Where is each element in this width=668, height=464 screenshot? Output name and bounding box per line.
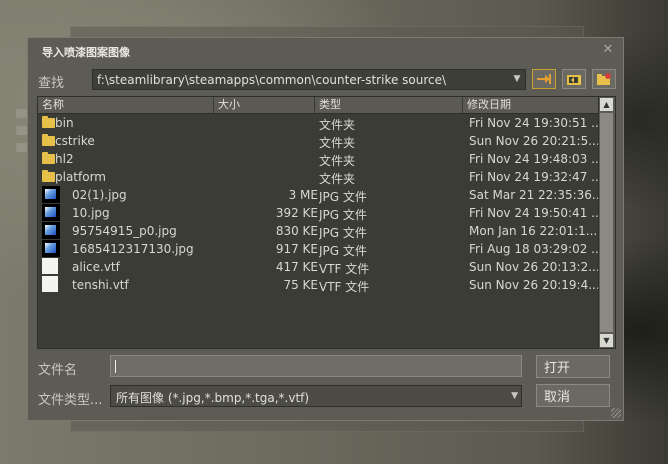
file-row-cstrike[interactable]: cstrike 文件夹 Sun Nov 26 20:21:5...	[38, 132, 599, 150]
file-row-platform[interactable]: platform 文件夹 Fri Nov 24 19:32:47 ...	[38, 168, 599, 186]
file-name: hl2	[55, 152, 74, 166]
filename-field[interactable]	[110, 355, 522, 377]
file-row-alice-vtf[interactable]: alice.vtf 417 KE VTF 文件 Sun Nov 26 20:13…	[38, 258, 599, 276]
file-type: JPG 文件	[319, 226, 367, 240]
up-folder-button[interactable]	[532, 69, 556, 89]
chevron-down-icon[interactable]: ▼	[509, 70, 525, 89]
look-in-dropdown[interactable]: f:\steamlibrary\steamapps\common\counter…	[92, 69, 526, 90]
filetype-selected: 所有图像 (*.jpg,*.bmp,*.tga,*.vtf)	[116, 391, 310, 405]
file-row-10-jpg[interactable]: 10.jpg 392 KE JPG 文件 Fri Nov 24 19:50:41…	[38, 204, 599, 222]
file-list-scrollbar[interactable]: ▲ ▼	[598, 97, 615, 348]
file-row-95754915-p0-jpg[interactable]: 95754915_p0.jpg 830 KE JPG 文件 Mon Jan 16…	[38, 222, 599, 240]
file-name: 1685412317130.jpg	[72, 242, 194, 256]
image-file-icon	[42, 240, 60, 257]
filetype-dropdown[interactable]: 所有图像 (*.jpg,*.bmp,*.tga,*.vtf) ▼	[110, 385, 522, 407]
file-row-02-1-jpg[interactable]: 02(1).jpg 3 ME JPG 文件 Sat Mar 21 22:35:3…	[38, 186, 599, 204]
file-size: 392 KE	[275, 206, 318, 220]
file-date: Fri Nov 24 19:30:51 ...	[469, 116, 599, 130]
file-name: 95754915_p0.jpg	[72, 224, 177, 238]
up-folder-icon	[537, 74, 551, 84]
file-date: Mon Jan 16 22:01:1...	[469, 224, 598, 238]
scroll-thumb[interactable]	[600, 113, 613, 332]
filetype-label: 文件类型...	[38, 393, 103, 408]
folder-icon	[42, 170, 55, 182]
cancel-button[interactable]: 取消	[536, 384, 610, 407]
current-path: f:\steamlibrary\steamapps\common\counter…	[97, 73, 447, 87]
desktop-folder-button[interactable]	[562, 69, 586, 89]
file-name: tenshi.vtf	[72, 278, 129, 292]
file-row-bin[interactable]: bin 文件夹 Fri Nov 24 19:30:51 ...	[38, 114, 599, 132]
new-folder-button[interactable]	[592, 69, 616, 89]
file-type: 文件夹	[319, 136, 356, 150]
image-file-icon	[42, 186, 60, 203]
file-type: 文件夹	[319, 172, 356, 186]
vtf-file-icon	[42, 258, 58, 274]
file-date: Sat Mar 21 22:35:36...	[469, 188, 599, 202]
look-in-label: 查找	[38, 76, 65, 91]
scroll-up-icon[interactable]: ▲	[600, 98, 613, 111]
file-name: alice.vtf	[72, 260, 120, 274]
folder-icon	[42, 134, 55, 146]
file-size: 3 ME	[288, 188, 318, 202]
file-date: Fri Nov 24 19:48:03 ...	[469, 152, 599, 166]
close-icon[interactable]: ✕	[601, 43, 615, 57]
file-name: 10.jpg	[72, 206, 110, 220]
file-size: 830 KE	[275, 224, 318, 238]
open-button[interactable]: 打开	[536, 355, 610, 378]
file-name: bin	[55, 116, 74, 130]
desktop-folder-icon	[567, 75, 581, 85]
file-type: JPG 文件	[319, 208, 367, 222]
file-name: cstrike	[55, 134, 95, 148]
column-header-type[interactable]: 类型	[315, 97, 463, 113]
file-date: Fri Nov 24 19:32:47 ...	[469, 170, 599, 184]
text-caret	[115, 360, 116, 373]
file-row-1685412317130-jpg[interactable]: 1685412317130.jpg 917 KE JPG 文件 Fri Aug …	[38, 240, 599, 258]
file-type: VTF 文件	[319, 280, 370, 294]
import-spray-dialog: 导入喷漆图案图像 ✕ 查找 f:\steamlibrary\steamapps\…	[27, 37, 624, 421]
new-folder-icon	[597, 73, 611, 85]
chevron-down-icon[interactable]: ▼	[511, 386, 518, 406]
filename-label: 文件名	[38, 363, 78, 378]
resize-grip-icon[interactable]	[611, 408, 621, 418]
file-row-tenshi-vtf[interactable]: tenshi.vtf 75 KE VTF 文件 Sun Nov 26 20:19…	[38, 276, 599, 294]
file-date: Fri Aug 18 03:29:02 ...	[469, 242, 599, 256]
file-size: 417 KE	[275, 260, 318, 274]
folder-icon	[42, 152, 55, 164]
image-file-icon	[42, 204, 60, 221]
file-date: Fri Nov 24 19:50:41 ...	[469, 206, 599, 220]
file-size: 917 KE	[275, 242, 318, 256]
file-list[interactable]: 名称 大小 类型 修改日期 bin 文件夹 Fri Nov 24 19:30:5…	[37, 96, 616, 349]
image-file-icon	[42, 222, 60, 239]
folder-icon	[42, 116, 55, 128]
file-type: JPG 文件	[319, 244, 367, 258]
file-rows: bin 文件夹 Fri Nov 24 19:30:51 ... cstrike …	[38, 114, 599, 348]
file-type: JPG 文件	[319, 190, 367, 204]
file-type: 文件夹	[319, 154, 356, 168]
file-date: Sun Nov 26 20:21:5...	[469, 134, 599, 148]
dialog-title: 导入喷漆图案图像	[42, 46, 130, 59]
vtf-file-icon	[42, 276, 58, 292]
column-header-size[interactable]: 大小	[214, 97, 315, 113]
column-header-modified[interactable]: 修改日期	[463, 97, 601, 113]
file-type: VTF 文件	[319, 262, 370, 276]
file-size: 75 KE	[283, 278, 318, 292]
file-date: Sun Nov 26 20:19:4...	[469, 278, 599, 292]
file-name: 02(1).jpg	[72, 188, 127, 202]
file-name: platform	[55, 170, 106, 184]
filename-input[interactable]	[111, 356, 521, 376]
file-list-header: 名称 大小 类型 修改日期	[38, 97, 599, 114]
scroll-down-icon[interactable]: ▼	[600, 334, 613, 347]
column-header-name[interactable]: 名称	[38, 97, 214, 113]
file-type: 文件夹	[319, 118, 356, 132]
file-row-hl2[interactable]: hl2 文件夹 Fri Nov 24 19:48:03 ...	[38, 150, 599, 168]
file-date: Sun Nov 26 20:13:2...	[469, 260, 599, 274]
